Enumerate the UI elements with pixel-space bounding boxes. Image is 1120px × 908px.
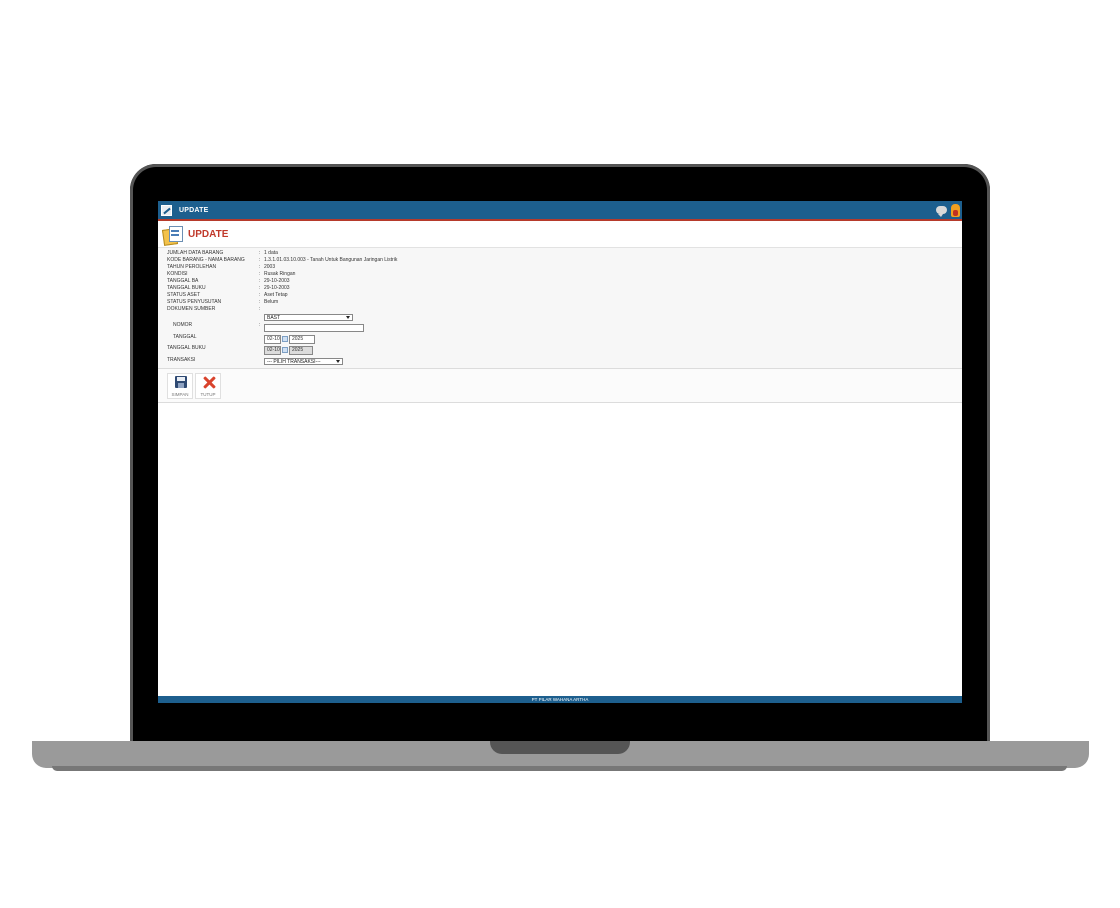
- close-icon: [202, 375, 216, 389]
- dokumen-sumber-value: BAST: [267, 315, 281, 321]
- transaksi-select[interactable]: --- PILIH TRANSAKSI---: [264, 358, 343, 365]
- page-title: UPDATE: [188, 228, 229, 240]
- tanggal-year-input[interactable]: 2025: [289, 335, 315, 344]
- field-value: Rusak Ringan: [264, 271, 296, 277]
- close-button[interactable]: TUTUP: [195, 373, 221, 399]
- page-header: UPDATE: [158, 221, 962, 248]
- field-label: TAHUN PEROLEHAN: [167, 264, 217, 270]
- screen: UPDATE UPDATE JUMLAH DATA BARANG : 1 dat…: [158, 201, 962, 703]
- save-button-label: SIMPAN: [171, 392, 189, 397]
- save-icon: [175, 376, 187, 388]
- update-form: JUMLAH DATA BARANG : 1 data KODE BARANG …: [158, 248, 962, 368]
- field-label: TRANSAKSI: [167, 357, 196, 363]
- footer: PT PILAR WAHANA ARTHA: [158, 696, 962, 703]
- field-separator: :: [259, 264, 261, 270]
- field-label: NOMOR: [173, 322, 193, 328]
- laptop-notch: [490, 741, 630, 754]
- field-label: KODE BARANG - NAMA BARANG: [167, 257, 245, 263]
- field-value: 2003: [264, 264, 276, 270]
- chat-icon[interactable]: [936, 206, 947, 217]
- titlebar-actions: [936, 203, 960, 217]
- field-separator: :: [259, 292, 261, 298]
- chevron-down-icon: [336, 360, 340, 363]
- field-separator: :: [259, 322, 261, 328]
- field-value: Aset Tetap: [264, 292, 288, 298]
- window-titlebar: UPDATE: [158, 201, 962, 221]
- tanggal-daymonth-input[interactable]: 02-10: [264, 335, 281, 344]
- chevron-down-icon: [346, 316, 350, 319]
- tanggal-buku-year-value: 2025: [292, 347, 304, 353]
- field-value: Belum: [264, 299, 279, 305]
- nomor-input[interactable]: [264, 324, 364, 332]
- calendar-icon[interactable]: [282, 336, 288, 342]
- field-value: 1 data: [264, 250, 278, 256]
- field-separator: :: [259, 285, 261, 291]
- tanggal-year-value: 2025: [292, 336, 304, 342]
- tanggal-buku-daymonth-value: 02-10: [267, 347, 280, 353]
- window-title: UPDATE: [179, 206, 209, 214]
- save-button[interactable]: SIMPAN: [167, 373, 193, 399]
- field-label: STATUS ASET: [167, 292, 201, 298]
- field-separator: :: [259, 299, 261, 305]
- documents-icon: [161, 225, 183, 246]
- close-button-label: TUTUP: [200, 392, 216, 397]
- tanggal-daymonth-value: 02-10: [267, 336, 280, 342]
- field-separator: :: [259, 271, 261, 277]
- field-separator: :: [259, 306, 261, 312]
- laptop-base-shadow: [52, 766, 1067, 771]
- user-icon[interactable]: [951, 203, 960, 217]
- edit-icon: [161, 204, 172, 216]
- field-value: 29-10-2003: [264, 285, 290, 291]
- field-separator: :: [259, 257, 261, 263]
- field-label: TANGGAL: [173, 334, 197, 340]
- transaksi-value: --- PILIH TRANSAKSI---: [267, 359, 321, 365]
- field-label: STATUS PENYUSUTAN: [167, 299, 222, 305]
- field-value: 1.3.1.01.03.10.003 - Tanah Untuk Banguna…: [264, 257, 398, 263]
- field-label: TANGGAL BUKU: [167, 285, 206, 291]
- field-label: TANGGAL BUKU: [167, 345, 206, 351]
- tanggal-buku-daymonth-input[interactable]: 02-10: [264, 346, 281, 355]
- field-label: TANGGAL BA: [167, 278, 199, 284]
- field-separator: :: [259, 278, 261, 284]
- field-label: KONDISI: [167, 271, 188, 277]
- tanggal-buku-year-input[interactable]: 2025: [289, 346, 313, 355]
- dokumen-sumber-select[interactable]: BAST: [264, 314, 353, 321]
- field-separator: :: [259, 250, 261, 256]
- calendar-icon[interactable]: [282, 347, 288, 353]
- action-toolbar: SIMPAN TUTUP: [158, 368, 962, 403]
- field-value: 29-10-2003: [264, 278, 290, 284]
- field-label: JUMLAH DATA BARANG: [167, 250, 224, 256]
- field-label: DOKUMEN SUMBER: [167, 306, 216, 312]
